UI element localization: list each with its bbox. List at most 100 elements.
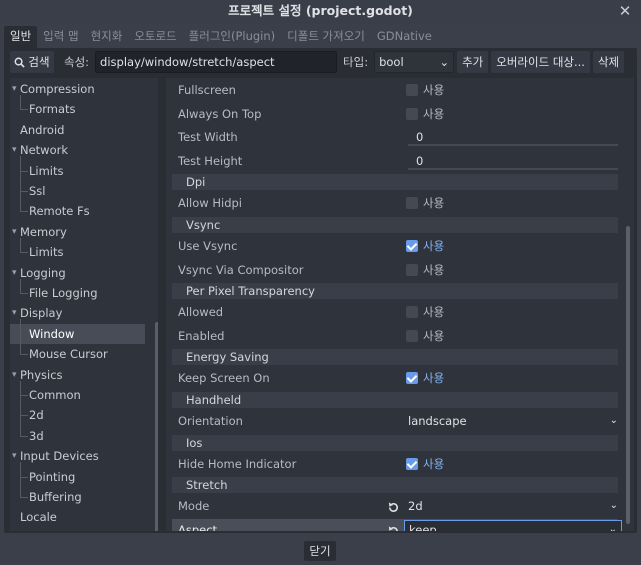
tree-item-logging[interactable]: ▾ Logging [10,263,145,283]
tree-item-limits[interactable]: Limits [10,161,145,181]
window-titlebar: 프로젝트 설정 (project.godot) ✕ [0,0,641,24]
search-button[interactable]: 검색 [10,51,54,73]
tree-item-label: Logging [20,265,66,280]
tab-0[interactable]: 일반 [4,26,38,48]
tree-item-window[interactable]: Window [10,323,145,344]
tree-guide-line [20,95,21,110]
tree-item-physics[interactable]: ▾ Physics [10,365,145,385]
tree-item-android[interactable]: Android [10,120,145,140]
add-button[interactable]: 추가 [457,51,489,73]
tree-item-formats[interactable]: Formats [10,99,145,119]
checkbox-label[interactable]: 사용 [423,453,444,475]
enable-checkbox[interactable] [406,240,418,252]
tree-item-remote-fs[interactable]: Remote Fs [10,201,145,221]
property-row-allowed: Allowed 사용 [172,301,618,323]
tree-item-ssl[interactable]: Ssl [10,181,145,201]
select-value: keep [409,522,437,531]
tree-item-file-logging[interactable]: File Logging [10,283,145,303]
property-toolbar: 검색 속성: display/window/stretch/aspect 타입:… [10,51,632,73]
tree-item-mouse-cursor[interactable]: Mouse Cursor [10,344,145,364]
property-row-hide-home-indicator: Hide Home Indicator 사용 [172,453,618,475]
tab-4[interactable]: 플러그인(Plugin) [183,26,282,48]
tree-item-common[interactable]: Common [10,385,145,405]
checkbox-label[interactable]: 사용 [423,325,444,347]
property-path-input[interactable]: display/window/stretch/aspect [95,51,338,73]
option-select[interactable]: 2d ⌄ [404,496,622,516]
expand-arrow-icon[interactable]: ▾ [12,222,17,242]
expand-arrow-icon[interactable]: ▾ [12,365,17,385]
property-value-test-width: 0 [404,126,618,148]
revert-icon[interactable] [387,523,400,531]
option-select[interactable]: landscape ⌄ [404,411,622,431]
enable-checkbox[interactable] [406,263,418,276]
number-field[interactable]: 0 [404,126,618,148]
enable-checkbox[interactable] [406,457,418,470]
enable-checkbox[interactable] [406,306,418,319]
tree-item-3d[interactable]: 3d [10,426,145,446]
expand-arrow-icon[interactable]: ▾ [12,79,17,99]
option-select[interactable]: keep ⌄ [404,519,622,531]
tree-item-network[interactable]: ▾ Network [10,140,145,160]
checkbox-label[interactable]: 사용 [423,79,444,101]
tab-1[interactable]: 입력 맵 [37,26,84,48]
enable-checkbox[interactable] [406,329,418,342]
tree-item-locale[interactable]: Locale [10,507,145,527]
property-name: Enabled [178,328,225,343]
expand-arrow-icon[interactable]: ▾ [12,140,17,160]
tab-2[interactable]: 현지화 [85,26,129,48]
tree-item-display[interactable]: ▾ Display [10,303,145,323]
tree-item-limits[interactable]: Limits [10,242,145,262]
property-name: Keep Screen On [178,371,270,386]
tree-guide-line [20,462,21,497]
search-icon [14,57,26,68]
property-name: Vsync Via Compositor [178,262,304,277]
property-value-enabled: 사용 [404,325,618,347]
property-row-orientation: Orientation landscape ⌄ [172,410,618,432]
enable-checkbox[interactable] [406,197,418,210]
checkbox-label[interactable]: 사용 [423,301,444,323]
delete-button[interactable]: 삭제 [592,51,625,73]
tree-item-label: Compression [20,82,95,96]
tree-item-label: Formats [29,102,76,117]
close-button[interactable]: 닫기 [304,541,336,561]
revert-icon[interactable] [387,499,400,513]
tree-scrollbar[interactable] [155,322,158,531]
checkbox-label[interactable]: 사용 [423,367,444,389]
expand-arrow-icon[interactable]: ▾ [12,303,17,323]
number-field[interactable]: 0 [404,150,618,172]
tree-item-buffering[interactable]: Buffering [10,487,145,507]
property-name: Aspect [178,522,218,531]
tree-item-label: Remote Fs [29,204,90,219]
tree-guide-line [20,380,21,436]
override-for-button[interactable]: 오버라이드 대상... [491,51,590,73]
tree-item-pointing[interactable]: Pointing [10,467,145,487]
property-name: Test Width [178,130,238,145]
inspector-scrollbar[interactable] [626,226,630,524]
enable-checkbox[interactable] [406,107,418,120]
tab-3[interactable]: 오토로드 [128,26,182,48]
checkbox-label[interactable]: 사용 [423,103,444,125]
property-row-fullscreen: Fullscreen 사용 [172,79,618,101]
tree-item-label: Pointing [29,469,76,484]
tree-item-2d[interactable]: 2d [10,405,145,425]
enable-checkbox[interactable] [406,84,418,96]
section-header-stretch: Stretch [172,477,618,494]
expand-arrow-icon[interactable]: ▾ [12,263,17,283]
close-icon[interactable]: ✕ [617,3,633,19]
tree-item-input-devices[interactable]: ▾ Input Devices [10,446,145,466]
checkbox-label[interactable]: 사용 [423,235,444,257]
type-select[interactable]: bool ⌄ [374,51,455,73]
expand-arrow-icon[interactable]: ▾ [12,446,17,466]
section-header-energy-saving: Energy Saving [172,349,618,366]
tree-item-label: Locale [20,510,57,525]
tree-guide-line [20,237,21,253]
property-label: 속성: [64,55,90,69]
checkbox-label[interactable]: 사용 [423,192,444,214]
tab-5[interactable]: 디폴트 가져오기 [281,26,371,48]
property-row-test-width: Test Width 0 [172,126,618,148]
checkbox-label[interactable]: 사용 [423,259,444,281]
tab-6[interactable]: GDNative [371,26,438,48]
tree-item-memory[interactable]: ▾ Memory [10,222,145,242]
enable-checkbox[interactable] [406,372,418,385]
tree-item-compression[interactable]: ▾ Compression [10,79,145,99]
